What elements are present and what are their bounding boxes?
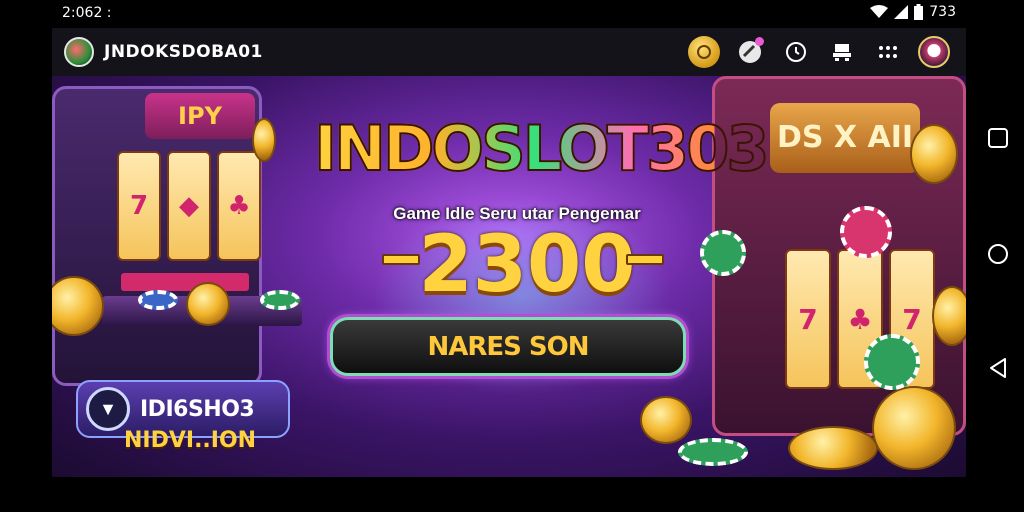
- back-icon: [990, 358, 1006, 378]
- badge-title: IDI6SHO3: [140, 396, 255, 422]
- left-machine-sign: IPY: [145, 93, 255, 139]
- back-button[interactable]: [984, 354, 1012, 382]
- header-actions: [688, 36, 950, 68]
- app-logo[interactable]: [64, 37, 94, 67]
- clock-icon[interactable]: [780, 36, 812, 68]
- reel: 7: [785, 249, 831, 389]
- recents-button[interactable]: [984, 124, 1012, 152]
- avatar[interactable]: [918, 36, 950, 68]
- coin-icon: [932, 286, 966, 346]
- coin-icon: [186, 282, 230, 326]
- notification-icon[interactable]: [734, 36, 766, 68]
- coin-icon[interactable]: [688, 36, 720, 68]
- chip-icon: [260, 290, 300, 310]
- home-icon: [988, 244, 1008, 264]
- cta-label: NARES SON: [427, 331, 589, 362]
- chip-icon: [138, 290, 178, 310]
- dash-right: [626, 254, 664, 265]
- signal-icon: [894, 5, 909, 19]
- screen: 2:062 : 733 JNDOKSDOBA01 IPY 7 ◆ ♣ DS X …: [0, 0, 1024, 512]
- coin-icon: [252, 118, 276, 162]
- left-machine-strip: [121, 273, 249, 291]
- promo-banner[interactable]: IPY 7 ◆ ♣ DS X AII 7 ♣ 7 INDOSLOT303 Gam…: [52, 76, 966, 477]
- status-time: 2:062 :: [62, 5, 112, 21]
- badge-subtitle: NIDVI..ION: [124, 428, 257, 453]
- left-slot-machine: IPY 7 ◆ ♣: [52, 86, 262, 386]
- prize-amount: 2300: [418, 220, 636, 310]
- cta-button[interactable]: NARES SON: [330, 317, 686, 376]
- battery-icon: [914, 4, 924, 20]
- app-header: JNDOKSDOBA01: [52, 28, 966, 76]
- coin-icon: [872, 386, 956, 470]
- reel: ◆: [167, 151, 211, 261]
- status-bar: 2:062 : 733: [0, 0, 1024, 28]
- notification-dot: [755, 37, 764, 46]
- heart-icon: ▼: [86, 387, 130, 431]
- more-icon[interactable]: [872, 36, 904, 68]
- app-title: JNDOKSDOBA01: [104, 42, 263, 62]
- recents-icon: [988, 128, 1008, 148]
- reel: ♣: [217, 151, 261, 261]
- coin-icon: [640, 396, 692, 444]
- coin-icon: [788, 426, 878, 470]
- system-nav-bar: [972, 0, 1024, 512]
- chip-icon: [678, 438, 748, 466]
- chip-icon: [840, 206, 892, 258]
- coin-icon: [910, 124, 958, 184]
- right-machine-sign: DS X AII: [770, 103, 920, 173]
- battery-text: 733: [929, 4, 956, 20]
- user-icon[interactable]: [826, 36, 858, 68]
- left-reels: 7 ◆ ♣: [117, 151, 261, 261]
- brand-logo: INDOSLOT303: [313, 111, 771, 186]
- status-icons: 733: [870, 4, 956, 20]
- chip-icon: [864, 334, 920, 390]
- home-button[interactable]: [984, 240, 1012, 268]
- chip-icon: [700, 230, 746, 276]
- reel: 7: [117, 151, 161, 261]
- wifi-icon: [870, 5, 889, 18]
